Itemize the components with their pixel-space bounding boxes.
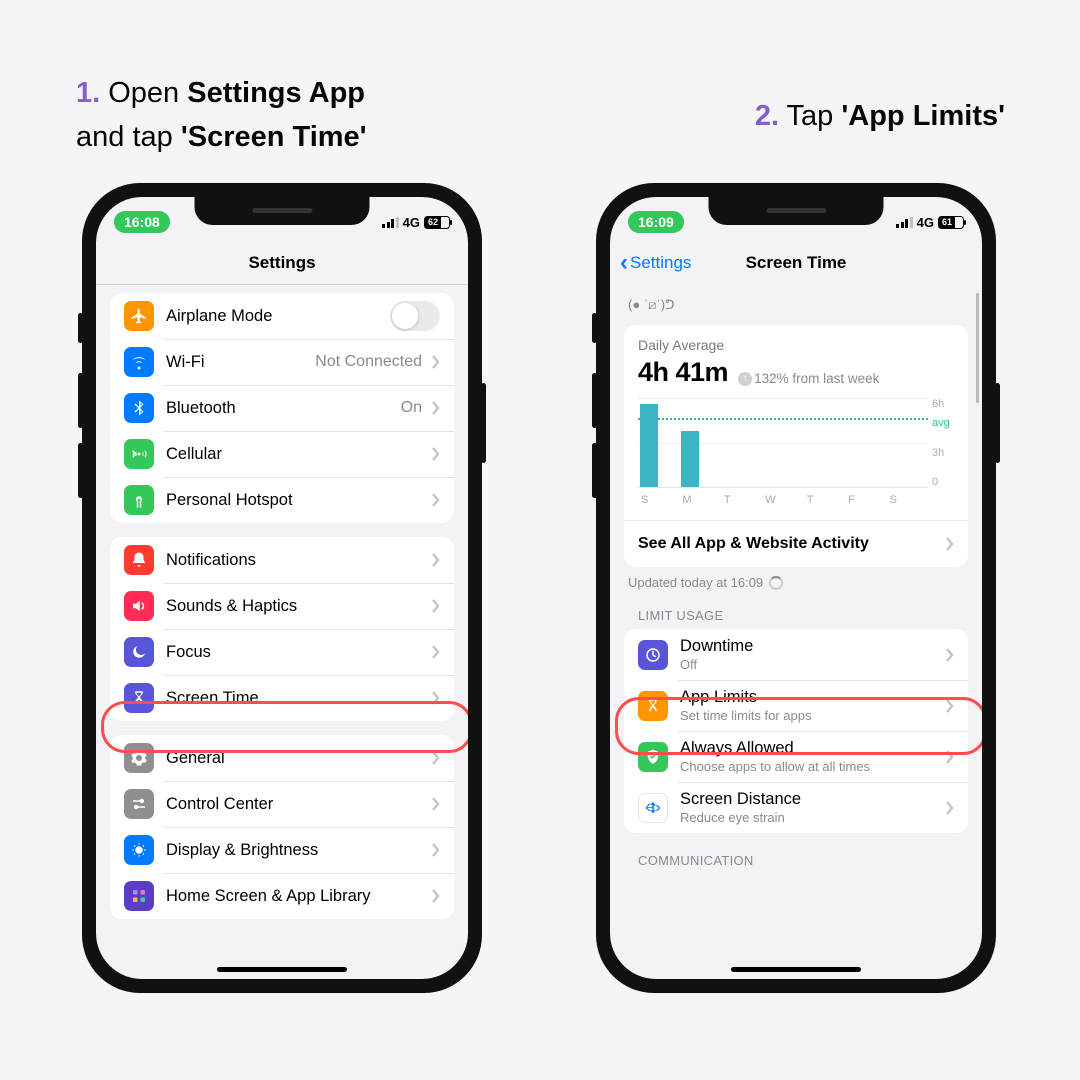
settings-row-notifications[interactable]: Notifications [110,537,454,583]
chevron-right-icon [432,493,440,507]
bell-icon [124,545,154,575]
grid-icon [124,881,154,911]
airplane-icon [124,301,154,331]
back-button[interactable]: ‹ Settings [620,251,691,275]
chevron-right-icon [946,801,954,815]
limit-usage-header: LIMIT USAGE [638,608,954,623]
step2-caption: 2. Tap 'App Limits' [755,95,1005,139]
settings-row-wifi[interactable]: Wi-Fi Not Connected [110,339,454,385]
settings-row-hotspot[interactable]: Personal Hotspot [110,477,454,523]
hotspot-icon [124,485,154,515]
chevron-right-icon [946,537,954,551]
speaker-icon [124,591,154,621]
daily-average-value: 4h 41m [638,357,728,388]
loading-spinner-icon [769,576,783,590]
nav-title: ‹ Settings Screen Time [610,241,982,285]
chevron-left-icon: ‹ [620,251,628,275]
row-downtime[interactable]: Downtime Off [624,629,968,680]
phone-mockup-settings: 16:08 4G 62 Settings Airplane Mode [82,183,482,993]
settings-row-display[interactable]: Display & Brightness [110,827,454,873]
settings-row-screen-time[interactable]: Screen Time [110,675,454,721]
communication-header: COMMUNICATION [638,853,954,868]
airplane-toggle[interactable] [390,301,440,331]
battery-icon: 62 [424,216,450,229]
settings-row-focus[interactable]: Focus [110,629,454,675]
notch [709,197,884,225]
see-all-activity-row[interactable]: See All App & Website Activity [624,520,968,567]
status-time-pill: 16:08 [114,211,170,233]
settings-row-control-center[interactable]: Control Center [110,781,454,827]
settings-row-airplane-mode[interactable]: Airplane Mode [110,293,454,339]
row-app-limits[interactable]: App Limits Set time limits for apps [624,680,968,731]
chevron-right-icon [432,645,440,659]
settings-row-general[interactable]: General [110,735,454,781]
wifi-icon [124,347,154,377]
cellular-signal-icon [896,217,913,228]
cellular-icon [124,439,154,469]
home-indicator [731,967,861,972]
chevron-right-icon [432,599,440,613]
home-indicator [217,967,347,972]
scroll-indicator [976,293,979,403]
chevron-right-icon [432,843,440,857]
settings-row-sounds[interactable]: Sounds & Haptics [110,583,454,629]
bluetooth-icon [124,393,154,423]
nav-title: Settings [96,241,468,285]
network-label: 4G [917,215,934,230]
chevron-right-icon [946,699,954,713]
chevron-right-icon [432,401,440,415]
shield-check-icon [638,742,668,772]
hourglass-icon [638,691,668,721]
row-screen-distance[interactable]: Screen Distance Reduce eye strain [624,782,968,833]
settings-row-cellular[interactable]: Cellular [110,431,454,477]
step1-caption: 1. Open Settings App and tap 'Screen Tim… [76,72,496,159]
row-always-allowed[interactable]: Always Allowed Choose apps to allow at a… [624,731,968,782]
battery-icon: 61 [938,216,964,229]
usage-chart: 6h avg 3h 0 [638,398,954,488]
up-arrow-icon: ↑ [738,372,752,386]
updated-note: Updated today at 16:09 [628,575,964,590]
switches-icon [124,789,154,819]
brightness-icon [124,835,154,865]
chevron-right-icon [946,648,954,662]
distance-icon [638,793,668,823]
cellular-signal-icon [382,217,399,228]
chevron-right-icon [432,691,440,705]
chevron-right-icon [432,751,440,765]
settings-row-bluetooth[interactable]: Bluetooth On [110,385,454,431]
chevron-right-icon [432,355,440,369]
phone-mockup-screen-time: 16:09 4G 61 ‹ Settings Screen Time (● ˈ⧄… [596,183,996,993]
downtime-icon [638,640,668,670]
hourglass-icon [124,683,154,713]
device-label: (● ˈ⧄ˈ)ᕤ [628,297,964,313]
daily-average-change: ↑ 132% from last week [738,371,879,386]
daily-average-card: Daily Average 4h 41m ↑ 132% from last we… [624,325,968,567]
chevron-right-icon [946,750,954,764]
notch [195,197,370,225]
chevron-right-icon [432,797,440,811]
network-label: 4G [403,215,420,230]
chevron-right-icon [432,447,440,461]
chevron-right-icon [432,553,440,567]
settings-row-home-screen[interactable]: Home Screen & App Library [110,873,454,919]
chevron-right-icon [432,889,440,903]
status-time-pill: 16:09 [628,211,684,233]
gear-icon [124,743,154,773]
daily-average-title: Daily Average [638,337,954,353]
moon-icon [124,637,154,667]
